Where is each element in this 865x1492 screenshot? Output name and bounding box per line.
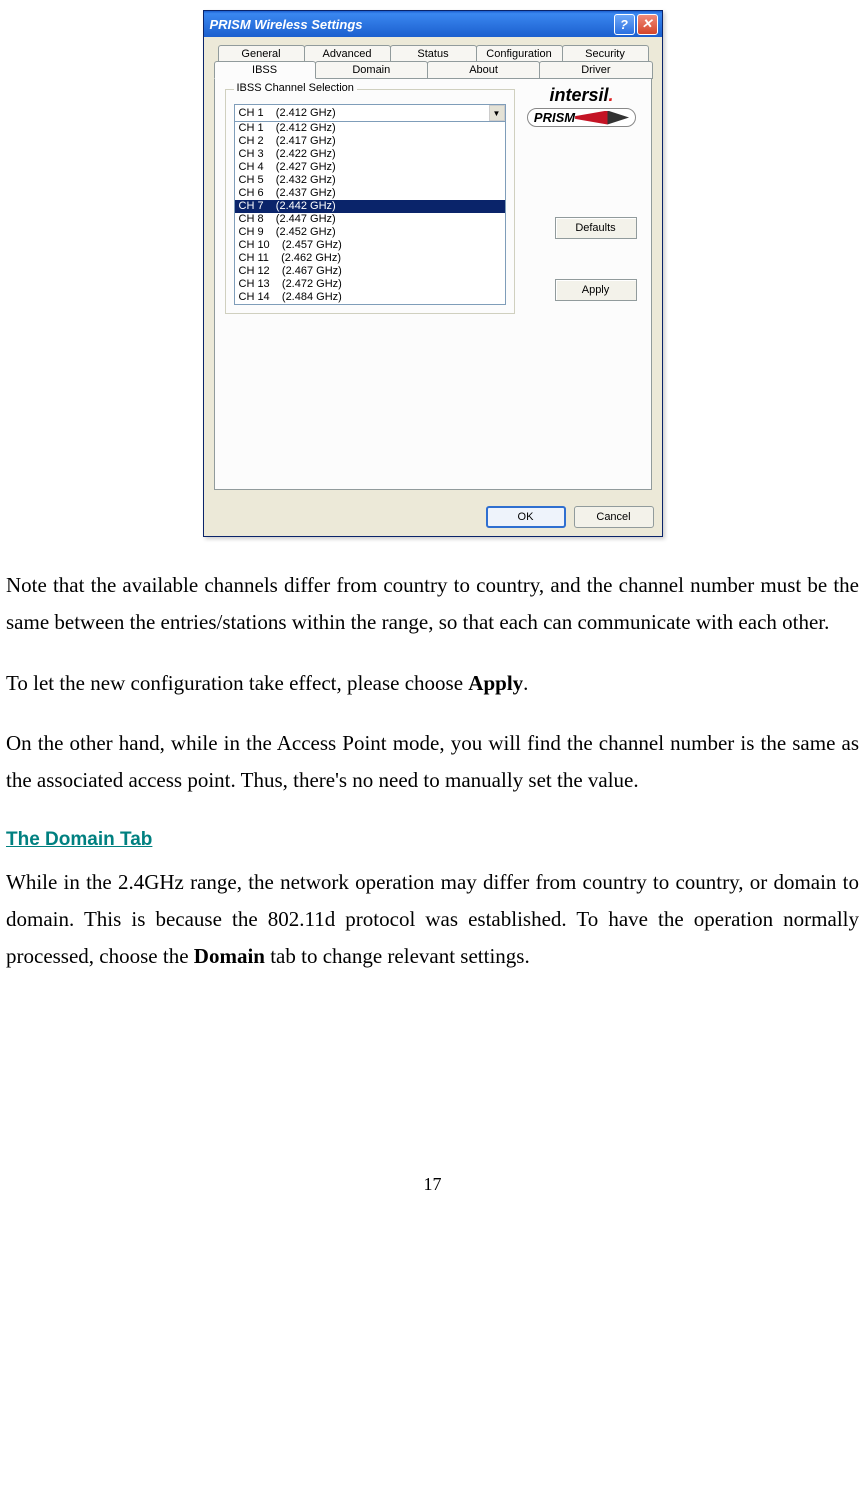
channel-option[interactable]: CH 4 (2.427 GHz)	[235, 161, 505, 174]
apply-button[interactable]: Apply	[555, 279, 637, 301]
titlebar[interactable]: PRISM Wireless Settings ? ✕	[204, 11, 662, 37]
channel-option[interactable]: CH 9 (2.452 GHz)	[235, 226, 505, 239]
paragraph-2: To let the new configuration take effect…	[6, 665, 859, 702]
help-button[interactable]: ?	[614, 14, 635, 35]
tabs-back-row: General Advanced Status Configuration Se…	[218, 45, 648, 62]
prism-settings-dialog: PRISM Wireless Settings ? ✕ General Adva…	[203, 10, 663, 537]
channel-option[interactable]: CH 10 (2.457 GHz)	[235, 239, 505, 252]
tab-advanced[interactable]: Advanced	[304, 45, 391, 62]
channel-option[interactable]: CH 6 (2.437 GHz)	[235, 187, 505, 200]
prism-logo: PRISM	[527, 108, 636, 127]
chevron-down-icon: ▼	[493, 109, 501, 118]
channel-combobox[interactable]: CH 1 (2.412 GHz) ▼	[234, 104, 506, 122]
tab-domain[interactable]: Domain	[315, 61, 428, 79]
tab-ibss[interactable]: IBSS	[214, 61, 316, 79]
document-body: Note that the available channels differ …	[0, 567, 865, 974]
defaults-button[interactable]: Defaults	[555, 217, 637, 239]
groupbox-legend: IBSS Channel Selection	[234, 82, 357, 94]
tab-security[interactable]: Security	[562, 45, 649, 62]
tab-driver[interactable]: Driver	[539, 61, 652, 79]
channel-option[interactable]: CH 14 (2.484 GHz)	[235, 291, 505, 304]
tab-general[interactable]: General	[218, 45, 305, 62]
channel-option[interactable]: CH 7 (2.442 GHz)	[235, 200, 505, 213]
ok-button[interactable]: OK	[486, 506, 566, 528]
channel-option[interactable]: CH 1 (2.412 GHz)	[235, 122, 505, 135]
channel-option[interactable]: CH 5 (2.432 GHz)	[235, 174, 505, 187]
paragraph-4: While in the 2.4GHz range, the network o…	[6, 864, 859, 974]
dialog-buttons: OK Cancel	[204, 500, 662, 536]
channel-option[interactable]: CH 8 (2.447 GHz)	[235, 213, 505, 226]
tab-about[interactable]: About	[427, 61, 540, 79]
channel-option[interactable]: CH 12 (2.467 GHz)	[235, 265, 505, 278]
window-title: PRISM Wireless Settings	[208, 17, 612, 32]
combo-dropdown-button[interactable]: ▼	[489, 105, 505, 121]
channel-option[interactable]: CH 11 (2.462 GHz)	[235, 252, 505, 265]
tabs-front-row: IBSS Domain About Driver	[214, 61, 652, 79]
paragraph-1: Note that the available channels differ …	[6, 567, 859, 641]
paragraph-3: On the other hand, while in the Access P…	[6, 725, 859, 799]
cancel-button[interactable]: Cancel	[574, 506, 654, 528]
close-button[interactable]: ✕	[637, 14, 658, 35]
brand-logo: intersil. PRISM	[523, 85, 641, 127]
channel-listbox[interactable]: CH 1 (2.412 GHz)CH 2 (2.417 GHz)CH 3 (2.…	[234, 122, 506, 305]
ibss-channel-groupbox: IBSS Channel Selection CH 1 (2.412 GHz) …	[225, 89, 515, 314]
tab-configuration[interactable]: Configuration	[476, 45, 563, 62]
channel-option[interactable]: CH 3 (2.422 GHz)	[235, 148, 505, 161]
channel-option[interactable]: CH 2 (2.417 GHz)	[235, 135, 505, 148]
page-number: 17	[0, 1174, 865, 1195]
tab-panel: IBSS Channel Selection CH 1 (2.412 GHz) …	[214, 78, 652, 490]
tab-status[interactable]: Status	[390, 45, 477, 62]
channel-option[interactable]: CH 13 (2.472 GHz)	[235, 278, 505, 291]
heading-domain-tab: The Domain Tab	[6, 823, 859, 856]
combo-selected-text: CH 1 (2.412 GHz)	[235, 107, 489, 119]
intersil-logo: intersil.	[523, 85, 641, 106]
close-icon: ✕	[642, 16, 653, 32]
